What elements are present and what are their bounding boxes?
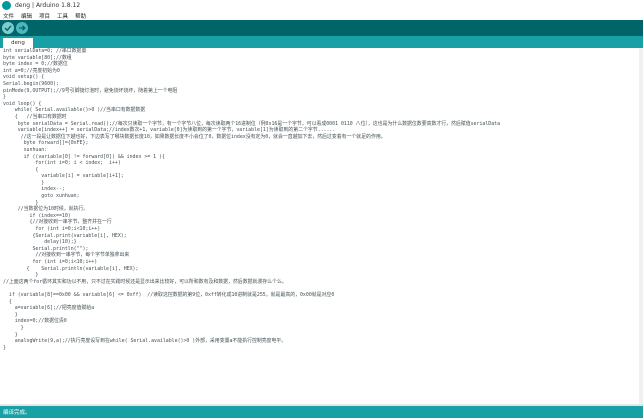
status-message: 编译完成。 xyxy=(3,410,31,416)
code-line[interactable]: byte variable[80];//数组 xyxy=(3,55,633,62)
code-line[interactable]: } xyxy=(3,272,633,279)
code-line[interactable]: a=variable[6];//把亮度值赋给a xyxy=(3,305,633,312)
code-line[interactable]: } xyxy=(3,180,633,187)
menu-tools[interactable]: 工具 xyxy=(57,12,68,20)
code-line[interactable]: if ((variable[0] != forward[0]) && index… xyxy=(3,154,633,161)
code-line[interactable]: delay(10);} xyxy=(3,239,633,246)
code-line[interactable]: Serial.begin(9600); xyxy=(3,81,633,88)
code-line[interactable]: int a=0;//亮度初始为0 xyxy=(3,68,633,75)
code-line[interactable]: } xyxy=(3,325,633,332)
code-line[interactable]: if (variable[8]==0x00 && variable[6] <= … xyxy=(3,292,633,299)
tab-deng[interactable]: deng xyxy=(3,38,33,48)
code-line[interactable]: { //当串口有数据时 xyxy=(3,114,633,121)
code-line[interactable]: {Serial.print(variable[i], HEX); xyxy=(3,233,633,240)
code-line[interactable]: byte forward[]={0xFE}; xyxy=(3,140,633,147)
code-line[interactable]: } xyxy=(3,200,633,207)
code-line[interactable] xyxy=(3,285,633,292)
code-line[interactable]: //当数据位为10时候，就执行。 xyxy=(3,206,633,213)
code-line[interactable]: analogWrite(9,a);//执行亮度设写到在while( Serial… xyxy=(3,338,633,345)
menu-edit[interactable]: 编辑 xyxy=(21,12,32,20)
toolbar xyxy=(0,20,643,36)
arduino-logo-icon xyxy=(2,1,11,10)
code-line[interactable]: index=0;//数据位清0 xyxy=(3,318,633,325)
code-line[interactable]: { Serial.println(variable[i], HEX); xyxy=(3,266,633,273)
status-bar: 编译完成。 xyxy=(0,406,643,418)
code-line[interactable]: goto xunhuan; xyxy=(3,193,633,200)
code-line[interactable]: byte index = 0;//数据位 xyxy=(3,61,633,68)
code-line[interactable]: //这一段是让数据位下越也好，下边表写了哪块数据长度10，如果数据长度不小会位了… xyxy=(3,134,633,141)
code-line[interactable]: { xyxy=(3,167,633,174)
code-line[interactable]: for (int i=0;i<10;i++) xyxy=(3,259,633,266)
checkmark-icon xyxy=(4,25,12,32)
code-line[interactable]: pinMode(9,OUTPUT);//9号引脚接灯泡时，避免烧坏烧坏，随着第上… xyxy=(3,88,633,95)
code-line[interactable]: } xyxy=(3,312,633,319)
code-text[interactable]: int serialData=0; //串口数据量 byte variable[8… xyxy=(3,48,633,351)
arrow-right-icon xyxy=(19,25,26,31)
menu-file[interactable]: 文件 xyxy=(3,12,14,20)
code-line[interactable]: { xyxy=(3,299,633,306)
window-title: deng | Arduino 1.8.12 xyxy=(15,2,81,9)
code-line[interactable]: variable[i] = variable[i+1]; xyxy=(3,173,633,180)
title-bar: deng | Arduino 1.8.12 xyxy=(0,0,643,11)
tab-strip: deng xyxy=(0,36,643,48)
code-line[interactable]: for(int i=0; i < index; i++) xyxy=(3,160,633,167)
code-line[interactable]: //对接收到一串字节，每个字节单独拿出来 xyxy=(3,252,633,259)
code-line[interactable]: void setup() { xyxy=(3,74,633,81)
tab-label: deng xyxy=(11,40,25,46)
code-line[interactable]: } xyxy=(3,345,633,352)
code-line[interactable]: {//对接收到一串字节，整齐并在一行 xyxy=(3,219,633,226)
code-line[interactable]: xunhuan: xyxy=(3,147,633,154)
menu-help[interactable]: 帮助 xyxy=(75,12,86,20)
code-line[interactable]: variable[index++] = serialData;//index数次… xyxy=(3,127,633,134)
code-line[interactable]: } xyxy=(3,94,633,101)
menu-sketch[interactable]: 项目 xyxy=(39,12,50,20)
upload-button[interactable] xyxy=(16,22,28,34)
code-line[interactable]: index--; xyxy=(3,186,633,193)
code-line[interactable]: while( Serial.available()>0 )//当串口有数据数据 xyxy=(3,107,633,114)
code-line[interactable]: //上面这两个for循环其实和功以不用，只不过在实践时候还是显示出来比较好，可以… xyxy=(3,279,633,286)
menu-bar: 文件 编辑 项目 工具 帮助 xyxy=(0,11,643,20)
verify-button[interactable] xyxy=(2,22,14,34)
code-line[interactable]: int serialData=0; //串口数据量 xyxy=(3,48,633,55)
code-editor[interactable]: int serialData=0; //串口数据量 byte variable[8… xyxy=(0,48,643,404)
code-line[interactable]: for (int i=0;i<10;i++) xyxy=(3,226,633,233)
editor-scrollbar[interactable] xyxy=(639,48,643,404)
